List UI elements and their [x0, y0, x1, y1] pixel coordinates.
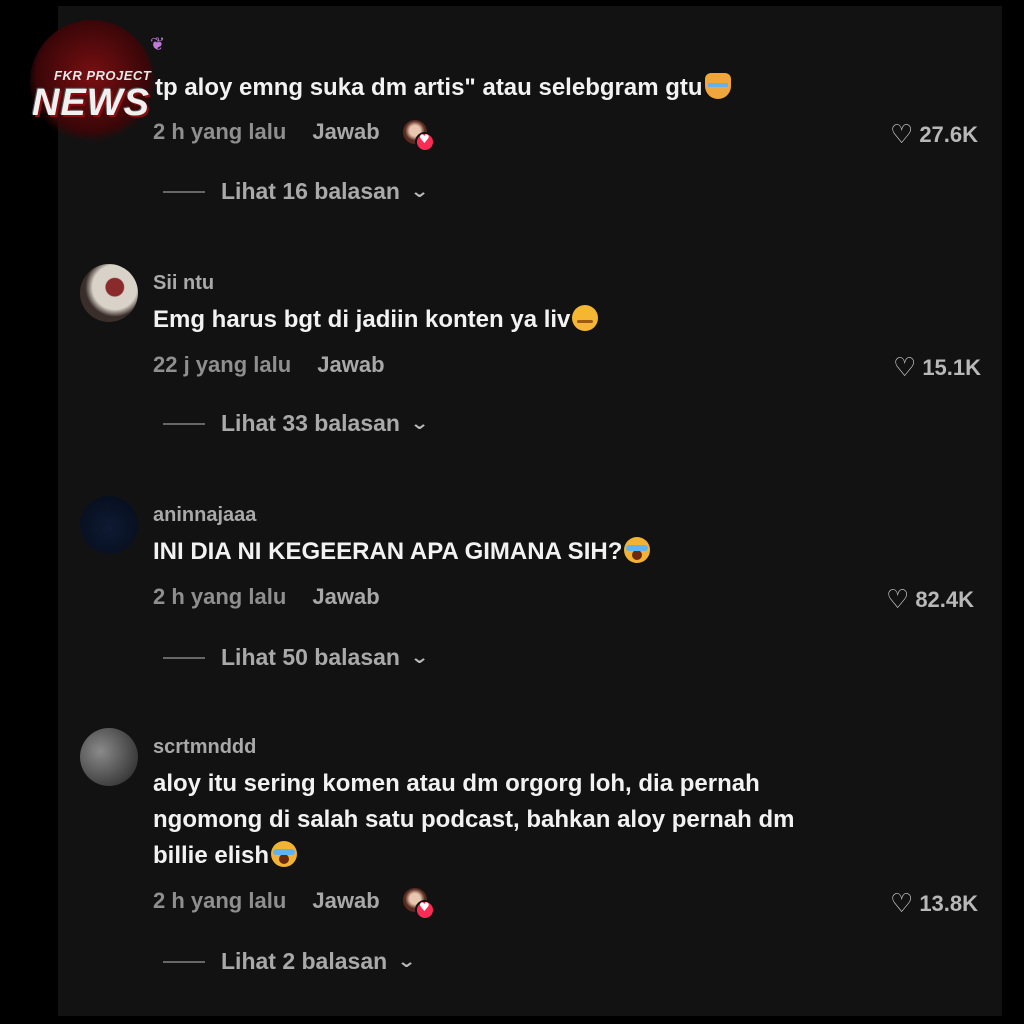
heart-badge-icon: [415, 900, 435, 920]
chevron-down-icon: ⌄: [409, 181, 430, 202]
comment-meta: 2 h yang lalu Jawab: [153, 119, 380, 145]
like-button[interactable]: ♡ 82.4K: [886, 587, 974, 613]
avatar[interactable]: [80, 496, 138, 554]
crying-cat-emoji: [704, 73, 731, 99]
divider-line: [163, 960, 205, 963]
creator-liked-badge-icon: [403, 120, 435, 152]
comment-username[interactable]: Sii ntu: [153, 272, 214, 295]
view-replies-button[interactable]: Lihat 33 balasan ⌄: [163, 410, 430, 437]
chevron-down-icon: ⌄: [409, 413, 430, 434]
view-replies-label: Lihat 33 balasan: [221, 410, 400, 436]
divider-line: [163, 190, 205, 193]
chevron-down-icon: ⌄: [396, 951, 417, 972]
heart-outline-icon: ♡: [893, 353, 917, 383]
heart-outline-icon: ♡: [890, 120, 914, 150]
like-button[interactable]: ♡ 27.6K: [890, 122, 978, 148]
logo-brand-large: NEWS: [32, 82, 150, 124]
reply-button[interactable]: Jawab: [312, 888, 379, 913]
comment-username[interactable]: scrtmnddd: [153, 736, 256, 759]
comment-text: Emg harus bgt di jadiin konten ya liv: [153, 302, 599, 338]
reply-button[interactable]: Jawab: [317, 352, 384, 377]
butterfly-icon: ❦: [150, 34, 166, 55]
like-count: 13.8K: [919, 891, 979, 916]
heart-outline-icon: ♡: [886, 585, 910, 615]
like-button[interactable]: ♡ 15.1K: [893, 355, 981, 381]
view-replies-label: Lihat 2 balasan: [221, 948, 388, 974]
comment-text: tp aloy emng suka dm artis" atau selebgr…: [155, 70, 731, 106]
comment-timestamp: 2 h yang lalu: [153, 584, 287, 609]
comments-panel: tp aloy emng suka dm artis" atau selebgr…: [58, 6, 1002, 1016]
divider-line: [163, 422, 205, 425]
heart-outline-icon: ♡: [890, 889, 914, 919]
comment-text-line: ngomong di salah satu podcast, bahkan al…: [153, 806, 795, 833]
divider-line: [163, 656, 205, 659]
comment-text: INI DIA NI KEGEERAN APA GIMANA SIH?: [153, 534, 651, 570]
view-replies-button[interactable]: Lihat 50 balasan ⌄: [163, 644, 430, 671]
reply-button[interactable]: Jawab: [312, 119, 379, 144]
comment-text-line: aloy itu sering komen atau dm orgorg loh…: [153, 770, 760, 797]
comment-timestamp: 2 h yang lalu: [153, 888, 287, 913]
comment-meta: 2 h yang lalu Jawab: [153, 584, 380, 610]
loudly-crying-face-emoji: [271, 841, 298, 867]
like-count: 27.6K: [919, 122, 979, 147]
comment-meta: 22 j yang lalu Jawab: [153, 352, 385, 378]
reply-button[interactable]: Jawab: [312, 584, 379, 609]
view-replies-label: Lihat 16 balasan: [221, 178, 400, 204]
view-replies-label: Lihat 50 balasan: [221, 644, 400, 670]
news-logo: FKR PROJECT NEWS ❦: [22, 16, 182, 146]
comment-username[interactable]: aninnajaaa: [153, 504, 256, 527]
view-replies-button[interactable]: Lihat 16 balasan ⌄: [163, 178, 430, 205]
comment-text: billie elish: [153, 838, 298, 874]
like-count: 15.1K: [922, 355, 982, 380]
avatar[interactable]: [80, 264, 138, 322]
heart-badge-icon: [415, 132, 435, 152]
creator-liked-badge-icon: [403, 888, 435, 920]
view-replies-button[interactable]: Lihat 2 balasan ⌄: [163, 948, 417, 975]
pensive-face-emoji: [572, 305, 599, 331]
comment-timestamp: 22 j yang lalu: [153, 352, 292, 377]
chevron-down-icon: ⌄: [409, 647, 430, 668]
like-button[interactable]: ♡ 13.8K: [890, 891, 978, 917]
logo-brand-small: FKR PROJECT: [54, 68, 152, 83]
loudly-crying-face-emoji: [624, 537, 651, 563]
like-count: 82.4K: [915, 587, 975, 612]
avatar[interactable]: [80, 728, 138, 786]
comment-meta: 2 h yang lalu Jawab: [153, 888, 380, 914]
